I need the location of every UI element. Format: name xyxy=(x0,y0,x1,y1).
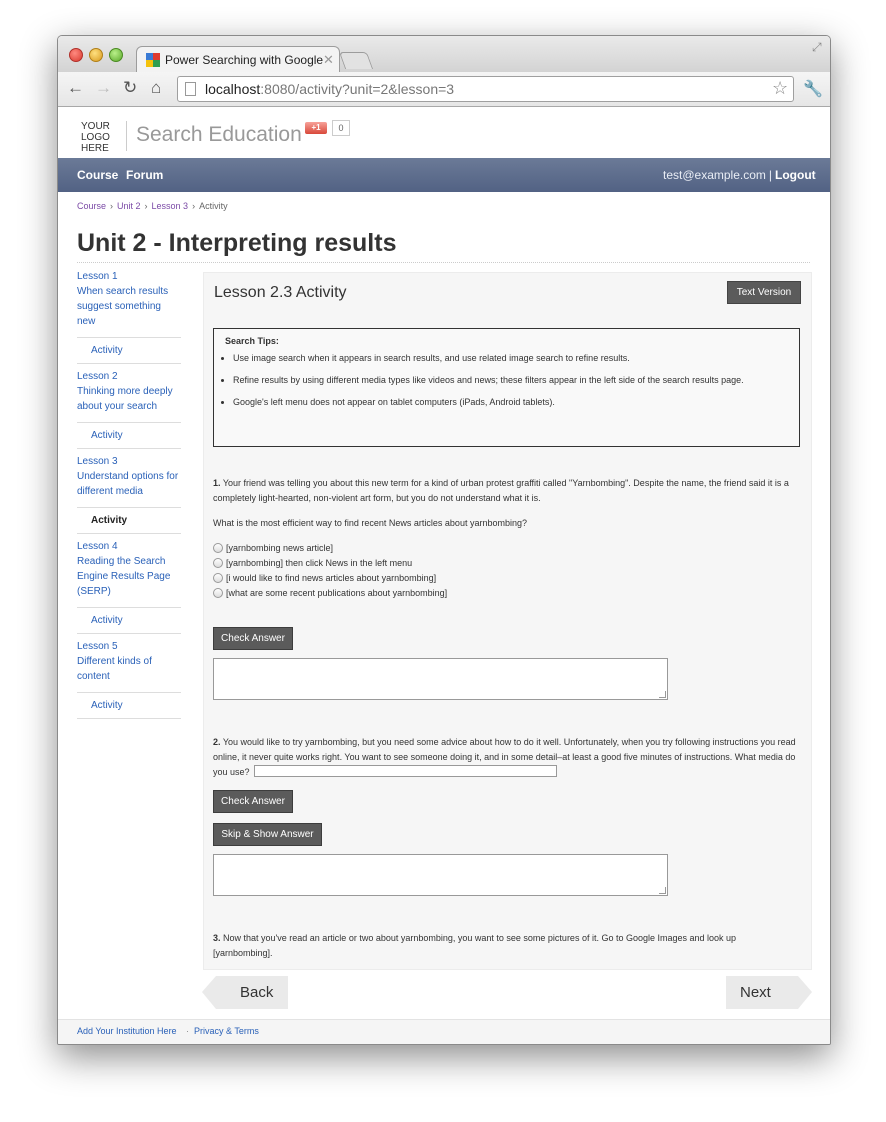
tab-title: Power Searching with Google xyxy=(165,53,324,67)
home-icon[interactable]: ⌂ xyxy=(151,79,161,97)
url-text: localhost:8080/activity?unit=2&lesson=3 xyxy=(205,81,455,97)
footer-separator: · xyxy=(186,1026,189,1036)
search-tips-heading: Search Tips: xyxy=(225,336,279,346)
question-2-text: 2. You would like to try yarnbombing, bu… xyxy=(213,737,796,777)
site-logo[interactable]: YOUR LOGO HERE xyxy=(81,121,110,154)
breadcrumb-current: Activity xyxy=(199,201,228,211)
search-tip: Google's left menu does not appear on ta… xyxy=(233,395,778,410)
new-tab-button[interactable] xyxy=(338,52,374,69)
user-area: test@example.com | Logout xyxy=(663,168,816,182)
user-email: test@example.com xyxy=(663,168,766,182)
title-bar: Power Searching with Google ✕ ⤢ xyxy=(58,36,830,73)
site-header: YOUR LOGO HERE Search Education +1 0 xyxy=(58,107,830,158)
question-1-text: 1. Your friend was telling you about thi… xyxy=(213,478,789,503)
google-plus-one-button[interactable]: +1 xyxy=(305,122,327,134)
forward-arrow-icon[interactable]: → xyxy=(95,79,112,97)
browser-toolbar: ← → ↻ ⌂ localhost:8080/activity?unit=2&l… xyxy=(58,72,830,107)
radio-button[interactable] xyxy=(213,573,223,583)
back-button[interactable]: Back xyxy=(202,976,288,1009)
privacy-terms-link[interactable]: Privacy & Terms xyxy=(194,1026,259,1036)
sidebar-activity-3-current: Activity xyxy=(77,508,181,534)
answer-feedback-textarea-2[interactable] xyxy=(213,854,668,896)
breadcrumb-lesson[interactable]: Lesson 3 xyxy=(152,201,189,211)
question-1-prompt: What is the most efficient way to find r… xyxy=(213,518,527,528)
sidebar-activity-1[interactable]: Activity xyxy=(77,338,181,364)
sidebar-activity-4[interactable]: Activity xyxy=(77,608,181,634)
breadcrumb: Course › Unit 2 › Lesson 3 › Activity xyxy=(77,201,228,211)
sidebar-activity-5[interactable]: Activity xyxy=(77,693,181,719)
next-button[interactable]: Next xyxy=(726,976,812,1009)
zoom-window-button[interactable] xyxy=(109,48,123,62)
answer-option[interactable]: [what are some recent publications about… xyxy=(213,588,447,598)
sidebar-activity-2[interactable]: Activity xyxy=(77,423,181,449)
answer-option[interactable]: [yarnbombing] then click News in the lef… xyxy=(213,558,412,568)
radio-button[interactable] xyxy=(213,543,223,553)
page-title: Unit 2 - Interpreting results xyxy=(77,229,397,257)
check-answer-button-1[interactable]: Check Answer xyxy=(213,627,293,650)
text-version-button[interactable]: Text Version xyxy=(727,281,801,304)
wrench-menu-icon[interactable]: 🔧 xyxy=(803,79,823,99)
bookmark-star-icon[interactable]: ☆ xyxy=(772,78,788,99)
google-favicon-icon xyxy=(146,53,160,67)
radio-button[interactable] xyxy=(213,558,223,568)
search-tip: Refine results by using different media … xyxy=(233,373,778,388)
minimize-window-button[interactable] xyxy=(89,48,103,62)
answer-feedback-textarea-1[interactable] xyxy=(213,658,668,700)
sidebar-lesson-2[interactable]: Lesson 2 Thinking more deeply about your … xyxy=(77,369,181,423)
sidebar-lesson-5[interactable]: Lesson 5 Different kinds of content xyxy=(77,639,181,693)
search-tip: Use image search when it appears in sear… xyxy=(233,351,778,366)
activity-title: Lesson 2.3 Activity xyxy=(214,284,347,301)
activity-panel: Lesson 2.3 Activity Text Version Search … xyxy=(203,272,812,970)
search-tips-box: Search Tips: Use image search when it ap… xyxy=(213,328,800,447)
back-chevron-icon xyxy=(202,976,216,1009)
question-3-text: 3. Now that you've read an article or tw… xyxy=(213,933,737,958)
breadcrumb-course[interactable]: Course xyxy=(77,201,106,211)
add-institution-link[interactable]: Add Your Institution Here xyxy=(77,1026,177,1036)
plus-one-count: 0 xyxy=(332,120,350,136)
search-tips-list: Use image search when it appears in sear… xyxy=(214,351,778,417)
breadcrumb-unit[interactable]: Unit 2 xyxy=(117,201,141,211)
address-bar[interactable]: localhost:8080/activity?unit=2&lesson=3 … xyxy=(177,76,794,102)
sidebar-lesson-4[interactable]: Lesson 4 Reading the Search Engine Result… xyxy=(77,539,181,608)
fullscreen-icon[interactable]: ⤢ xyxy=(812,40,822,55)
main-navbar: Course Forum test@example.com | Logout xyxy=(58,158,830,192)
answer-option[interactable]: [yarnbombing news article] xyxy=(213,543,333,553)
next-chevron-icon xyxy=(798,976,812,1009)
lesson-sidebar: Lesson 1 When search results suggest some… xyxy=(77,269,181,724)
tab-close-icon[interactable]: ✕ xyxy=(323,52,334,68)
title-divider xyxy=(77,262,810,263)
site-footer: Add Your Institution Here · Privacy & Te… xyxy=(58,1019,830,1044)
nav-separator: | xyxy=(768,168,773,182)
page-icon xyxy=(185,82,196,96)
browser-window: Power Searching with Google ✕ ⤢ ← → ↻ ⌂ … xyxy=(57,35,831,1045)
nav-course-link[interactable]: Course xyxy=(77,168,118,182)
logout-link[interactable]: Logout xyxy=(775,168,816,182)
check-answer-button-2[interactable]: Check Answer xyxy=(213,790,293,813)
nav-forum-link[interactable]: Forum xyxy=(126,168,163,182)
answer-option[interactable]: [i would like to find news articles abou… xyxy=(213,573,436,583)
site-title: Search Education xyxy=(136,123,302,146)
question-2-answer-input[interactable] xyxy=(253,765,557,777)
skip-show-answer-button[interactable]: Skip & Show Answer xyxy=(213,823,322,846)
sidebar-lesson-3[interactable]: Lesson 3 Understand options for different… xyxy=(77,454,181,508)
sidebar-lesson-1[interactable]: Lesson 1 When search results suggest some… xyxy=(77,269,181,338)
logo-divider xyxy=(126,121,127,151)
close-window-button[interactable] xyxy=(69,48,83,62)
reload-icon[interactable]: ↻ xyxy=(123,79,137,97)
radio-button[interactable] xyxy=(213,588,223,598)
back-arrow-icon[interactable]: ← xyxy=(67,79,84,97)
browser-tab[interactable]: Power Searching with Google ✕ xyxy=(136,46,340,73)
